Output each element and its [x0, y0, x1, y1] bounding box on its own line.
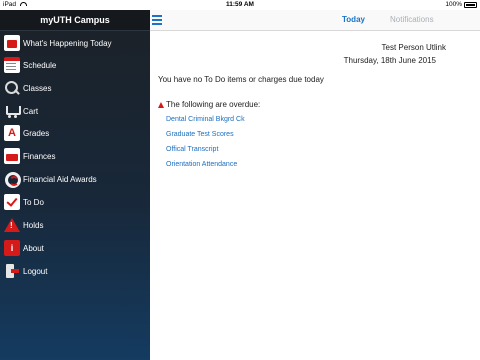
battery-icon	[464, 1, 477, 8]
overdue-item-dental-criminal[interactable]: Dental Criminal Bkgrd Ck	[166, 115, 245, 130]
no-todo-message: You have no To Do items or charges due t…	[158, 75, 324, 84]
grade-a-icon: A	[4, 125, 20, 141]
magnifier-icon	[4, 80, 20, 96]
sidebar-item-label: Schedule	[23, 60, 57, 70]
sidebar-title: myUTH Campus	[0, 10, 150, 31]
overdue-heading: The following are overdue:	[158, 100, 260, 109]
sidebar-item-holds[interactable]: Holds	[0, 214, 150, 236]
megaphone-icon	[4, 35, 20, 51]
sidebar-item-todo[interactable]: To Do	[0, 191, 150, 213]
hamburger-icon[interactable]	[152, 15, 162, 25]
sidebar-item-label: What's Happening Today	[23, 38, 112, 48]
overdue-heading-text: The following are overdue:	[166, 100, 261, 109]
sidebar-item-label: Logout	[23, 266, 48, 276]
sidebar-item-label: To Do	[23, 197, 44, 207]
logout-icon	[4, 263, 20, 279]
sidebar-item-about[interactable]: i About	[0, 237, 150, 259]
tab-notifications[interactable]: Notifications	[390, 15, 434, 24]
sidebar-item-financial-aid[interactable]: Financial Aid Awards	[0, 168, 150, 190]
sidebar-item-label: Holds	[23, 220, 44, 230]
sidebar: myUTH Campus What's Happening Today Sche…	[0, 10, 150, 360]
wallet-icon	[4, 148, 20, 164]
status-bar: iPad 11:59 AM 100%	[0, 0, 480, 10]
sidebar-item-label: Classes	[23, 83, 52, 93]
sidebar-item-grades[interactable]: A Grades	[0, 122, 150, 144]
sidebar-item-cart[interactable]: Cart	[0, 100, 150, 122]
sidebar-item-finances[interactable]: Finances	[0, 145, 150, 167]
overdue-item-official-transcript[interactable]: Offical Transcript	[166, 145, 245, 160]
overdue-list: Dental Criminal Bkgrd Ck Graduate Test S…	[166, 115, 245, 175]
sidebar-item-logout[interactable]: Logout	[0, 260, 150, 282]
current-date: Thursday, 18th June 2015	[343, 56, 436, 65]
sidebar-item-label: About	[23, 243, 44, 253]
status-right: 100%	[445, 1, 477, 8]
sidebar-item-classes[interactable]: Classes	[0, 77, 150, 99]
sidebar-item-label: Grades	[23, 128, 50, 138]
sidebar-item-whats-happening[interactable]: What's Happening Today	[0, 32, 150, 54]
sidebar-item-schedule[interactable]: Schedule	[0, 54, 150, 76]
calendar-icon	[4, 57, 20, 73]
sidebar-item-label: Financial Aid Awards	[23, 174, 97, 184]
sidebar-item-label: Cart	[23, 106, 39, 116]
tab-today[interactable]: Today	[342, 15, 365, 24]
checkmark-icon	[4, 194, 20, 210]
warning-triangle-icon	[158, 101, 164, 108]
warning-icon	[4, 217, 20, 233]
overdue-item-orientation-attendance[interactable]: Orientation Attendance	[166, 160, 245, 175]
status-time: 11:59 AM	[226, 1, 254, 8]
sidebar-item-label: Finances	[23, 151, 56, 161]
info-icon: i	[4, 240, 20, 256]
overdue-item-graduate-test-scores[interactable]: Graduate Test Scores	[166, 130, 245, 145]
cart-icon	[4, 103, 21, 119]
lifebuoy-icon	[4, 171, 21, 188]
battery-percent: 100%	[445, 1, 462, 8]
top-bar: Today Notifications	[150, 10, 480, 31]
person-name: Test Person Utlink	[381, 43, 446, 52]
